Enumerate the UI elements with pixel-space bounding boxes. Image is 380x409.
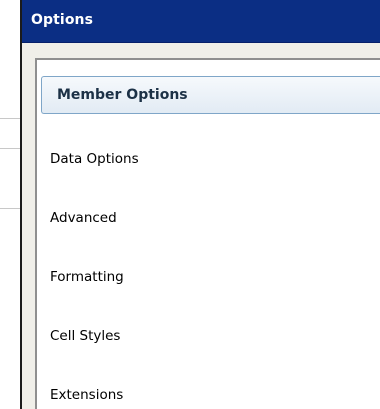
options-category-list: Member Options Data Options Advanced For… bbox=[35, 58, 380, 409]
nav-item-formatting[interactable]: Formatting bbox=[37, 258, 380, 298]
nav-item-label: Cell Styles bbox=[50, 328, 121, 344]
options-dialog: Options Member Options Data Options Adva… bbox=[20, 0, 380, 409]
background-divider bbox=[0, 148, 20, 149]
title-bar[interactable]: Options bbox=[22, 0, 380, 43]
nav-item-data-options[interactable]: Data Options bbox=[37, 140, 380, 180]
nav-item-label: Extensions bbox=[50, 387, 124, 403]
background-divider bbox=[0, 208, 20, 209]
nav-item-advanced[interactable]: Advanced bbox=[37, 199, 380, 239]
nav-item-label: Member Options bbox=[57, 87, 188, 103]
nav-item-cell-styles[interactable]: Cell Styles bbox=[37, 317, 380, 357]
background-window bbox=[0, 0, 20, 409]
background-divider bbox=[0, 118, 20, 119]
window-title: Options bbox=[31, 12, 94, 28]
nav-item-extensions[interactable]: Extensions bbox=[37, 376, 380, 409]
nav-item-label: Formatting bbox=[50, 269, 124, 285]
nav-item-label: Advanced bbox=[50, 210, 117, 226]
nav-item-label: Data Options bbox=[50, 151, 139, 167]
nav-item-member-options[interactable]: Member Options bbox=[41, 76, 380, 114]
